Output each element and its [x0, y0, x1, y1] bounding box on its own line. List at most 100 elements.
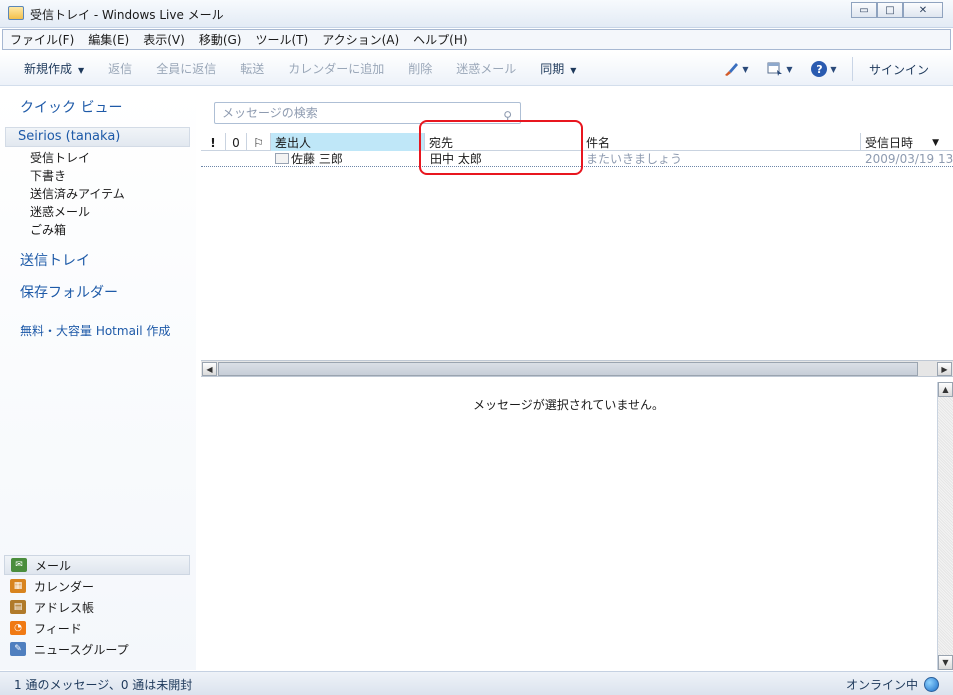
help-button[interactable]: ? ▼: [802, 57, 846, 81]
quick-views-link[interactable]: クイック ビュー: [20, 97, 122, 117]
search-placeholder: メッセージの検索: [222, 106, 318, 120]
layout-button[interactable]: ▼: [758, 57, 802, 81]
vertical-scrollbar[interactable]: ▲ ▼: [937, 382, 953, 670]
nav-newsgroups-label: ニュースグループ: [34, 642, 129, 657]
toolbar-right: ▼ ▼ ? ▼ サインイン: [714, 52, 953, 86]
close-button[interactable]: ✕: [903, 2, 943, 18]
scroll-left-icon[interactable]: ◀: [202, 362, 217, 376]
annotation-highlight-box: [419, 120, 583, 175]
column-priority[interactable]: !: [201, 133, 226, 151]
chevron-down-icon: ▼: [742, 64, 749, 74]
nav-contacts[interactable]: ▤ アドレス帳: [4, 597, 190, 617]
close-icon: ✕: [918, 4, 928, 16]
nav-calendar[interactable]: ▦ カレンダー: [4, 576, 190, 596]
chevron-down-icon: ▼: [78, 66, 85, 75]
chevron-down-icon: ▼: [786, 64, 793, 74]
folder-drafts[interactable]: 下書き: [30, 167, 66, 184]
new-button[interactable]: 新規作成 ▼: [0, 60, 96, 77]
sync-label: 同期: [540, 62, 565, 76]
reply-button[interactable]: 返信: [96, 60, 144, 77]
globe-icon: [924, 677, 939, 692]
maximize-button[interactable]: □: [877, 2, 903, 18]
newsgroup-icon: ✎: [10, 642, 26, 656]
nav-calendar-label: カレンダー: [34, 579, 95, 594]
menu-view[interactable]: 表示(V): [136, 31, 192, 48]
menu-help[interactable]: ヘルプ(H): [406, 31, 474, 48]
folder-trash[interactable]: ごみ箱: [30, 221, 66, 238]
menu-edit[interactable]: 編集(E): [81, 31, 136, 48]
nav-newsgroups[interactable]: ✎ ニュースグループ: [4, 639, 190, 659]
stationery-button[interactable]: ▼: [714, 57, 758, 81]
folder-outbox[interactable]: 送信トレイ: [20, 250, 90, 270]
chevron-down-icon: ▼: [830, 64, 837, 74]
column-received-label: 受信日時: [865, 136, 914, 150]
sort-descending-icon: ▼: [932, 138, 939, 148]
nav-mail[interactable]: ✉ メール: [4, 555, 190, 575]
forward-button[interactable]: 転送: [228, 60, 276, 77]
folder-sent-items[interactable]: 送信済みアイテム: [30, 185, 125, 202]
add-to-calendar-button[interactable]: カレンダーに追加: [276, 60, 396, 77]
new-label: 新規作成: [24, 62, 73, 76]
toolbar-divider: [851, 57, 853, 81]
folder-inbox[interactable]: 受信トレイ: [30, 149, 90, 166]
reply-all-button[interactable]: 全員に返信: [144, 60, 228, 77]
scrollbar-thumb[interactable]: [218, 362, 918, 376]
junk-button[interactable]: 迷惑メール: [444, 60, 528, 77]
nav-contacts-label: アドレス帳: [34, 600, 95, 615]
column-flag[interactable]: ⚐: [247, 133, 271, 151]
window-controls: ▭ □ ✕: [851, 2, 943, 18]
online-status[interactable]: オンライン中: [846, 676, 939, 693]
windows-live-mail-icon: [8, 6, 24, 20]
account-header[interactable]: Seirios (tanaka): [5, 127, 190, 147]
folder-storage[interactable]: 保存フォルダー: [20, 282, 118, 302]
folder-junk[interactable]: 迷惑メール: [30, 203, 90, 220]
message-count-status: 1 通のメッセージ、0 通は未開封: [14, 678, 193, 692]
mail-icon: ✉: [11, 558, 27, 572]
menu-go[interactable]: 移動(G): [192, 31, 249, 48]
chevron-down-icon: ▼: [570, 66, 577, 75]
calendar-icon: ▦: [10, 579, 26, 593]
envelope-icon: [275, 153, 289, 164]
paperclip-icon: 0: [232, 136, 240, 150]
delete-button[interactable]: 削除: [396, 60, 444, 77]
help-icon: ?: [811, 61, 828, 77]
feed-icon: ◔: [10, 621, 26, 635]
column-subject[interactable]: 件名: [582, 133, 861, 151]
menu-tools[interactable]: ツール(T): [248, 31, 315, 48]
nav-feeds[interactable]: ◔ フィード: [4, 618, 190, 638]
hotmail-signup-link[interactable]: 無料・大容量 Hotmail 作成: [20, 322, 170, 339]
minimize-icon: ▭: [859, 4, 869, 16]
toolbar: 新規作成 ▼ 返信 全員に返信 転送 カレンダーに追加 削除 迷惑メール 同期 ▼ …: [0, 52, 953, 86]
nav-feeds-label: フィード: [34, 621, 82, 636]
no-message-selected-text: メッセージが選択されていません。: [472, 398, 665, 412]
title-bar: 受信トレイ - Windows Live メール ▭ □ ✕: [0, 0, 953, 28]
contacts-icon: ▤: [10, 600, 26, 614]
window-title: 受信トレイ - Windows Live メール: [30, 8, 224, 22]
column-received[interactable]: 受信日時 ▼: [861, 133, 953, 151]
preview-pane: メッセージが選択されていません。 ▲ ▼: [201, 379, 953, 670]
layout-icon: [767, 62, 783, 76]
message-subject: またいきましょう: [586, 152, 683, 166]
message-pane: メッセージの検索 ⚲ ! 0 ⚐ 差出人 宛先 件名 受信日時 ▼ 佐藤 三郎 …: [201, 87, 953, 670]
paintbrush-icon: [725, 63, 739, 76]
sync-button[interactable]: 同期 ▼: [528, 60, 588, 77]
menu-file[interactable]: ファイル(F): [3, 31, 81, 48]
folder-pane: クイック ビュー Seirios (tanaka) 受信トレイ 下書き 送信済み…: [0, 87, 196, 670]
online-status-label: オンライン中: [845, 678, 918, 692]
status-bar: 1 通のメッセージ、0 通は未開封 オンライン中: [0, 671, 953, 695]
column-attachment[interactable]: 0: [226, 133, 247, 151]
scroll-up-icon[interactable]: ▲: [938, 382, 953, 397]
maximize-icon: □: [885, 4, 895, 16]
menu-actions[interactable]: アクション(A): [315, 31, 406, 48]
menu-bar: ファイル(F) 編集(E) 表示(V) 移動(G) ツール(T) アクション(A…: [2, 29, 951, 50]
horizontal-scrollbar[interactable]: ◀ ▶: [201, 360, 953, 377]
scroll-down-icon[interactable]: ▼: [938, 655, 953, 670]
nav-mail-label: メール: [35, 558, 72, 573]
minimize-button[interactable]: ▭: [851, 2, 877, 18]
flag-icon: ⚐: [253, 136, 264, 150]
message-from: 佐藤 三郎: [291, 152, 343, 166]
sign-in-button[interactable]: サインイン: [859, 61, 953, 78]
message-received: 2009/03/19 13:50: [865, 152, 953, 166]
column-from[interactable]: 差出人: [271, 133, 425, 151]
scroll-right-icon[interactable]: ▶: [937, 362, 952, 376]
